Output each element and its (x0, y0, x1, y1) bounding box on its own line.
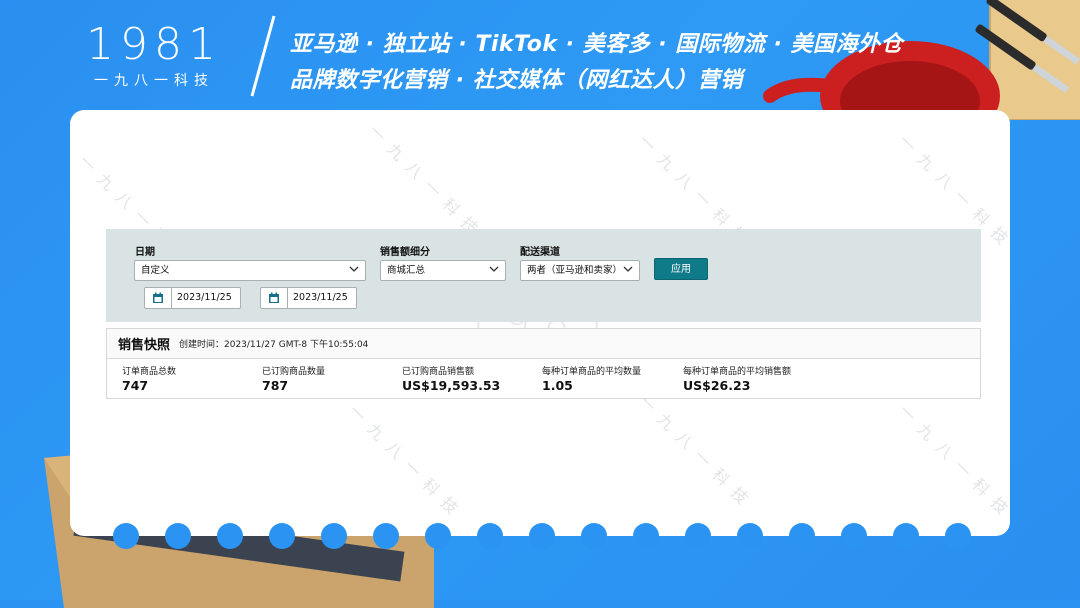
start-date-picker[interactable]: 2023/11/25 (144, 287, 241, 309)
end-date-picker[interactable]: 2023/11/25 (260, 287, 357, 309)
snapshot-title: 销售快照 (118, 338, 171, 353)
calendar-icon[interactable] (261, 288, 288, 308)
end-date-value: 2023/11/25 (293, 292, 348, 303)
chevron-down-icon (489, 266, 499, 272)
metric-avg-sales-per-item: 每种订单商品的平均销售额 US$26.23 (683, 364, 791, 393)
logo-number: 1981 (86, 19, 222, 70)
start-date-value: 2023/11/25 (177, 292, 232, 303)
chevron-down-icon (349, 266, 359, 272)
scalloped-edge (113, 523, 971, 549)
logo-subtitle: 一九八一科技 (94, 73, 214, 89)
tagline-services: 亚马逊 · 独立站 · TikTok · 美客多 · 国际物流 · 美国海外仓 (290, 32, 903, 57)
chevron-down-icon (623, 266, 633, 272)
snapshot-created-time: 创建时间：2023/11/27 GMT-8 下午10:55:04 (179, 340, 369, 350)
date-range-select[interactable]: 自定义 (134, 260, 366, 281)
apply-button[interactable]: 应用 (654, 258, 708, 280)
metric-ordered-product-sales: 已订购商品销售额 US$19,593.53 (402, 364, 500, 393)
company-logo: 1981 一九八一科技 (74, 22, 234, 92)
fulfillment-channel-label: 配送渠道 (520, 247, 560, 258)
sales-breakdown-value: 商城汇总 (387, 265, 426, 276)
metric-units-ordered: 已订购商品数量 787 (262, 364, 325, 393)
date-range-value: 自定义 (141, 265, 170, 276)
metric-label: 已订购商品销售额 (402, 367, 475, 377)
metric-avg-units-per-item: 每种订单商品的平均数量 1.05 (542, 364, 641, 393)
snapshot-header: 销售快照 创建时间：2023/11/27 GMT-8 下午10:55:04 (107, 329, 980, 359)
metric-value: US$19,593.53 (402, 378, 501, 393)
metric-total-order-items: 订单商品总数 747 (122, 364, 176, 393)
sales-snapshot: 销售快照 创建时间：2023/11/27 GMT-8 下午10:55:04 订单… (106, 328, 981, 399)
date-label: 日期 (135, 247, 155, 258)
metric-label: 订单商品总数 (122, 367, 177, 377)
tagline-marketing: 品牌数字化营销 · 社交媒体（网红达人）营销 (290, 68, 743, 93)
metric-value: 747 (122, 378, 149, 393)
metric-value: 787 (262, 378, 289, 393)
metric-label: 已订购商品数量 (262, 367, 326, 377)
metric-value: 1.05 (542, 378, 573, 393)
metric-value: US$26.23 (683, 378, 751, 393)
sales-breakdown-select[interactable]: 商城汇总 (380, 260, 506, 281)
calendar-icon[interactable] (145, 288, 172, 308)
fulfillment-channel-value: 两者（亚马逊和卖家） (527, 265, 623, 276)
metric-label: 每种订单商品的平均数量 (542, 367, 642, 377)
divider-slash (250, 15, 276, 97)
sales-breakdown-label: 销售额细分 (380, 247, 430, 258)
metric-label: 每种订单商品的平均销售额 (683, 367, 792, 377)
fulfillment-channel-select[interactable]: 两者（亚马逊和卖家） (520, 260, 640, 281)
